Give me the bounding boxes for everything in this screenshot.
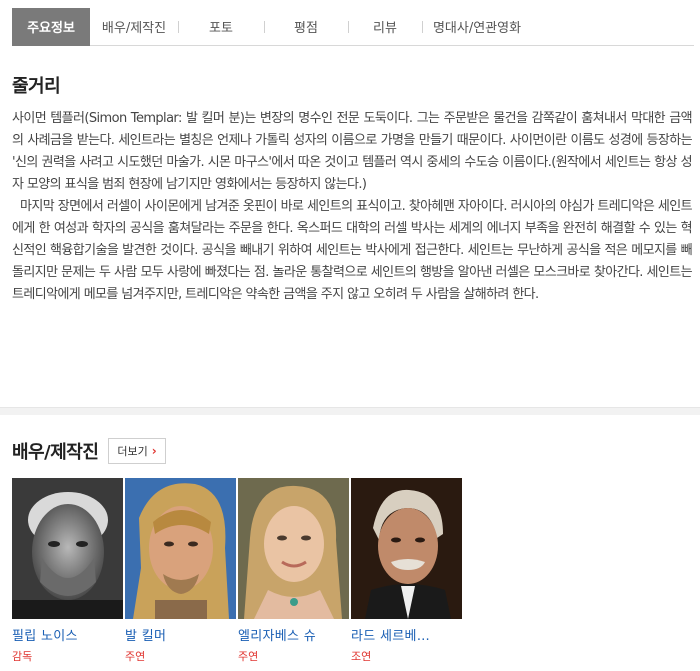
cast-list: 필립 노이스 감독 발 킬머 주연 엘리자베스 슈 주연 라드 세르베… 조연 xyxy=(12,478,462,664)
cast-name[interactable]: 발 킬머 xyxy=(125,625,236,644)
tab-bar: 주요정보 배우/제작진 포토 평점 리뷰 명대사/연관영화 xyxy=(12,7,694,46)
synopsis-paragraph-1: 사이먼 템플러(Simon Templar: 발 킬머 분)는 변장의 명수인 … xyxy=(12,111,693,192)
tab-photo[interactable]: 포토 xyxy=(178,8,264,46)
tab-main-info[interactable]: 주요정보 xyxy=(12,7,90,46)
cast-role: 감독 xyxy=(12,650,33,663)
cast-role: 조연 xyxy=(351,650,372,663)
section-divider xyxy=(0,407,700,415)
cast-photo[interactable] xyxy=(351,478,462,619)
cast-photo[interactable] xyxy=(12,478,123,619)
more-button[interactable]: 더보기 › xyxy=(108,438,166,464)
tab-quotes-related[interactable]: 명대사/연관영화 xyxy=(422,8,532,46)
tab-review[interactable]: 리뷰 xyxy=(348,8,422,46)
cast-name[interactable]: 필립 노이스 xyxy=(12,625,123,644)
cast-photo[interactable] xyxy=(125,478,236,619)
cast-role: 주연 xyxy=(238,650,259,663)
chevron-right-icon: › xyxy=(151,444,157,458)
cast-member: 엘리자베스 슈 주연 xyxy=(238,478,349,664)
cast-member: 필립 노이스 감독 xyxy=(12,478,123,664)
cast-member: 라드 세르베… 조연 xyxy=(351,478,462,664)
synopsis-title: 줄거리 xyxy=(12,76,61,97)
cast-section-title: 배우/제작진 xyxy=(12,442,99,463)
cast-member: 발 킬머 주연 xyxy=(125,478,236,664)
synopsis-paragraph-2: 마지막 장면에서 러셀이 사이몬에게 남겨준 옷핀이 바로 세인트의 표식이고.… xyxy=(12,199,693,302)
cast-role: 주연 xyxy=(125,650,146,663)
cast-name[interactable]: 엘리자베스 슈 xyxy=(238,625,349,644)
synopsis-text: 사이먼 템플러(Simon Templar: 발 킬머 분)는 변장의 명수인 … xyxy=(12,108,693,306)
cast-name[interactable]: 라드 세르베… xyxy=(351,625,462,644)
tab-cast-crew[interactable]: 배우/제작진 xyxy=(90,8,178,46)
synopsis-section: 줄거리 사이먼 템플러(Simon Templar: 발 킬머 분)는 변장의 … xyxy=(12,72,693,306)
cast-photo[interactable] xyxy=(238,478,349,619)
more-button-label: 더보기 xyxy=(117,445,148,458)
tab-rating[interactable]: 평점 xyxy=(264,8,348,46)
cast-section-header: 배우/제작진 더보기 › xyxy=(12,438,166,464)
